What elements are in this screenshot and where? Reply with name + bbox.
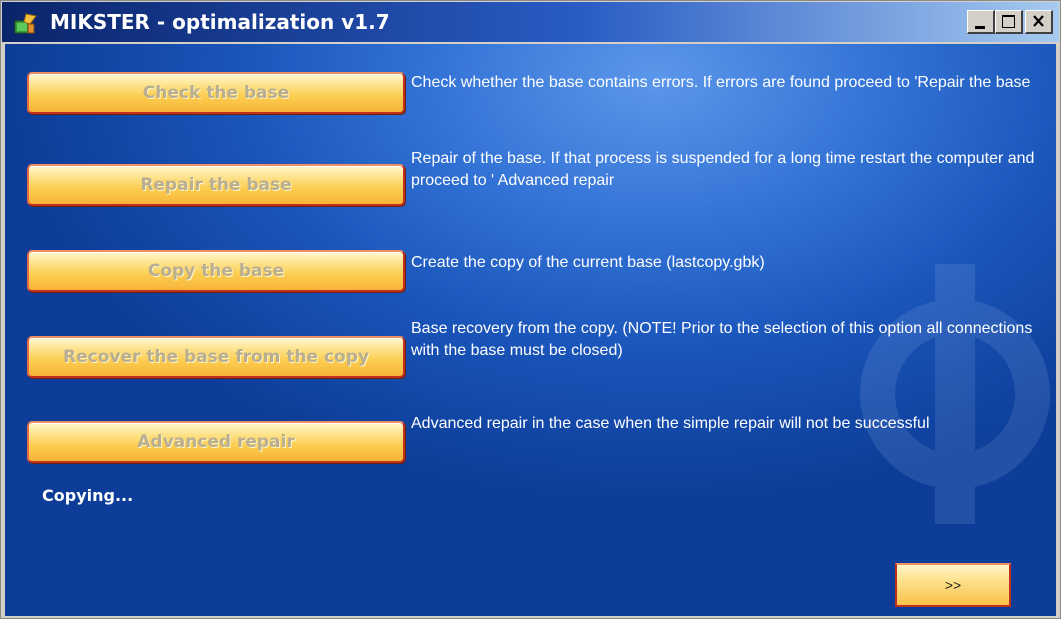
repair-base-button[interactable]: Repair the base <box>27 164 405 206</box>
main-panel: Check the base Check whether the base co… <box>5 44 1056 616</box>
minimize-icon <box>975 26 985 29</box>
check-base-description: Check whether the base contains errors. … <box>411 74 1031 91</box>
copy-base-button[interactable]: Copy the base <box>27 250 405 292</box>
window-title: MIKSTER - optimalization v1.7 <box>50 10 390 34</box>
copy-base-description: Create the copy of the current base (las… <box>411 254 765 271</box>
close-button[interactable] <box>1025 10 1053 34</box>
advanced-repair-button[interactable]: Advanced repair <box>27 421 405 463</box>
window-controls <box>967 10 1053 34</box>
check-base-button[interactable]: Check the base <box>27 72 405 114</box>
watermark-logo <box>860 264 1050 524</box>
advanced-repair-description: Advanced repair in the case when the sim… <box>411 415 930 432</box>
status-text: Copying... <box>42 486 134 505</box>
recover-base-description: Base recovery from the copy. (NOTE! Prio… <box>411 320 1033 359</box>
maximize-icon <box>1002 15 1015 28</box>
maximize-button[interactable] <box>995 10 1023 34</box>
app-window: MIKSTER - optimalization v1.7 Check the … <box>0 0 1061 619</box>
repair-base-description: Repair of the base. If that process is s… <box>411 150 1035 189</box>
recover-base-button[interactable]: Recover the base from the copy <box>27 336 405 378</box>
title-bar[interactable]: MIKSTER - optimalization v1.7 <box>2 2 1059 42</box>
app-icon <box>12 10 38 36</box>
next-button[interactable]: >> <box>895 563 1011 607</box>
close-icon <box>1033 15 1044 27</box>
minimize-button[interactable] <box>967 10 995 34</box>
